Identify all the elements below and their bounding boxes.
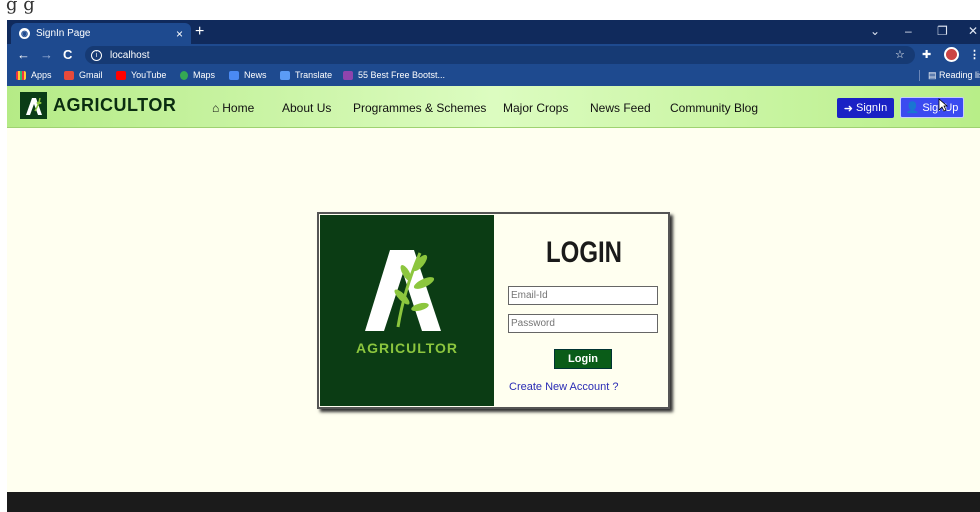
signin-label: SignIn xyxy=(856,102,888,114)
tab-bar: ◉ SignIn Page × + ⌄ – ❐ ✕ xyxy=(7,20,980,44)
cropped-caption: g g xyxy=(6,0,35,15)
url-field[interactable]: i localhost xyxy=(85,46,915,64)
nav-news-feed[interactable]: News Feed xyxy=(590,101,651,115)
bookmark-label: YouTube xyxy=(131,70,167,80)
close-window-button[interactable]: ✕ xyxy=(968,24,978,38)
bookmarks-bar: Apps Gmail YouTube Maps News Translate 5… xyxy=(7,66,980,86)
reading-list-icon: ▤ xyxy=(928,70,940,80)
site-navbar: AGRICULTOR ⌂ Home About Us Programmes & S… xyxy=(7,86,980,128)
bootstrap-icon xyxy=(343,70,353,80)
nav-major-crops[interactable]: Major Crops xyxy=(503,101,568,115)
brand-logo-icon[interactable] xyxy=(20,92,47,119)
top-caption-strip: g g xyxy=(0,0,980,20)
minimize-button[interactable]: – xyxy=(905,24,912,38)
login-title: LOGIN xyxy=(546,236,622,269)
translate-icon xyxy=(280,70,290,80)
browser-window: ◉ SignIn Page × + ⌄ – ❐ ✕ ← → C i localh… xyxy=(7,20,980,492)
bookmark-gmail[interactable]: Gmail xyxy=(64,70,103,80)
tab-search-icon[interactable]: ⌄ xyxy=(870,24,880,38)
card-brand-name: AGRICULTOR xyxy=(355,340,459,356)
nav-label: Home xyxy=(222,101,255,115)
nav-about-us[interactable]: About Us xyxy=(282,101,331,115)
login-card: AGRICULTOR LOGIN Login Create New Accoun… xyxy=(317,212,670,409)
tab-signin-page[interactable]: ◉ SignIn Page × xyxy=(11,23,191,44)
bookmark-news[interactable]: News xyxy=(229,70,267,80)
create-account-link[interactable]: Create New Account ? xyxy=(509,381,618,393)
add-user-icon: 👤 xyxy=(905,102,920,114)
gmail-icon xyxy=(64,70,74,80)
bottom-taskbar xyxy=(7,492,980,512)
bookmark-youtube[interactable]: YouTube xyxy=(116,70,166,80)
extensions-icon[interactable]: ✚ xyxy=(922,48,931,61)
login-button[interactable]: Login xyxy=(554,349,612,369)
bookmark-star-icon[interactable]: ☆ xyxy=(895,48,905,61)
apps-grid-icon xyxy=(16,70,26,80)
password-field[interactable] xyxy=(508,314,658,333)
new-tab-button[interactable]: + xyxy=(195,23,204,41)
tab-close-icon[interactable]: × xyxy=(176,27,183,41)
info-icon[interactable]: i xyxy=(91,49,102,61)
restore-button[interactable]: ❐ xyxy=(937,24,948,38)
youtube-icon xyxy=(116,70,126,80)
forward-arrow-icon[interactable]: → xyxy=(40,47,53,63)
login-brand-panel: AGRICULTOR xyxy=(320,215,494,406)
bookmark-apps[interactable]: Apps xyxy=(16,70,52,80)
nav-community-blog[interactable]: Community Blog xyxy=(670,101,758,115)
reading-list-label: Reading list xyxy=(939,70,980,80)
left-margin xyxy=(0,20,7,512)
bookmark-maps[interactable]: Maps xyxy=(180,70,215,80)
login-form: LOGIN Login Create New Account ? xyxy=(494,214,668,407)
back-arrow-icon[interactable]: ← xyxy=(17,47,30,63)
mouse-cursor-icon xyxy=(938,98,948,112)
signin-button[interactable]: ➜ SignIn xyxy=(837,98,894,118)
menu-kebab-icon[interactable]: ⋮ xyxy=(969,48,980,61)
nav-home[interactable]: ⌂ Home xyxy=(212,101,254,115)
signup-button[interactable]: 👤 SignUp xyxy=(900,97,964,118)
globe-icon: ◉ xyxy=(19,28,30,39)
home-icon: ⌂ xyxy=(212,101,220,115)
reload-icon[interactable]: C xyxy=(63,47,72,63)
bookmark-label: Apps xyxy=(31,70,52,80)
bookmark-label: Translate xyxy=(295,70,333,80)
bookmark-translate[interactable]: Translate xyxy=(280,70,332,80)
maps-pin-icon xyxy=(180,70,188,80)
agricultor-logo-icon xyxy=(365,250,441,331)
logo-a-icon xyxy=(25,97,42,115)
reading-list[interactable]: ▤ Reading list xyxy=(919,70,980,81)
profile-avatar[interactable] xyxy=(944,47,959,62)
email-field[interactable] xyxy=(508,286,658,305)
url-text: localhost xyxy=(110,49,150,61)
bookmark-label: News xyxy=(244,70,267,80)
brand-name[interactable]: AGRICULTOR xyxy=(53,95,176,116)
bookmark-label: 55 Best Free Bootst... xyxy=(358,70,446,80)
bookmark-label: Maps xyxy=(193,70,216,80)
nav-programmes-schemes[interactable]: Programmes & Schemes xyxy=(353,101,486,115)
bookmark-bootstrap[interactable]: 55 Best Free Bootst... xyxy=(343,70,445,80)
tab-title: SignIn Page xyxy=(36,28,91,39)
address-bar-row: ← → C i localhost ☆ ✚ ⋮ xyxy=(7,44,980,66)
signin-arrow-icon: ➜ xyxy=(843,102,853,115)
bookmark-label: Gmail xyxy=(79,70,103,80)
news-icon xyxy=(229,70,239,80)
